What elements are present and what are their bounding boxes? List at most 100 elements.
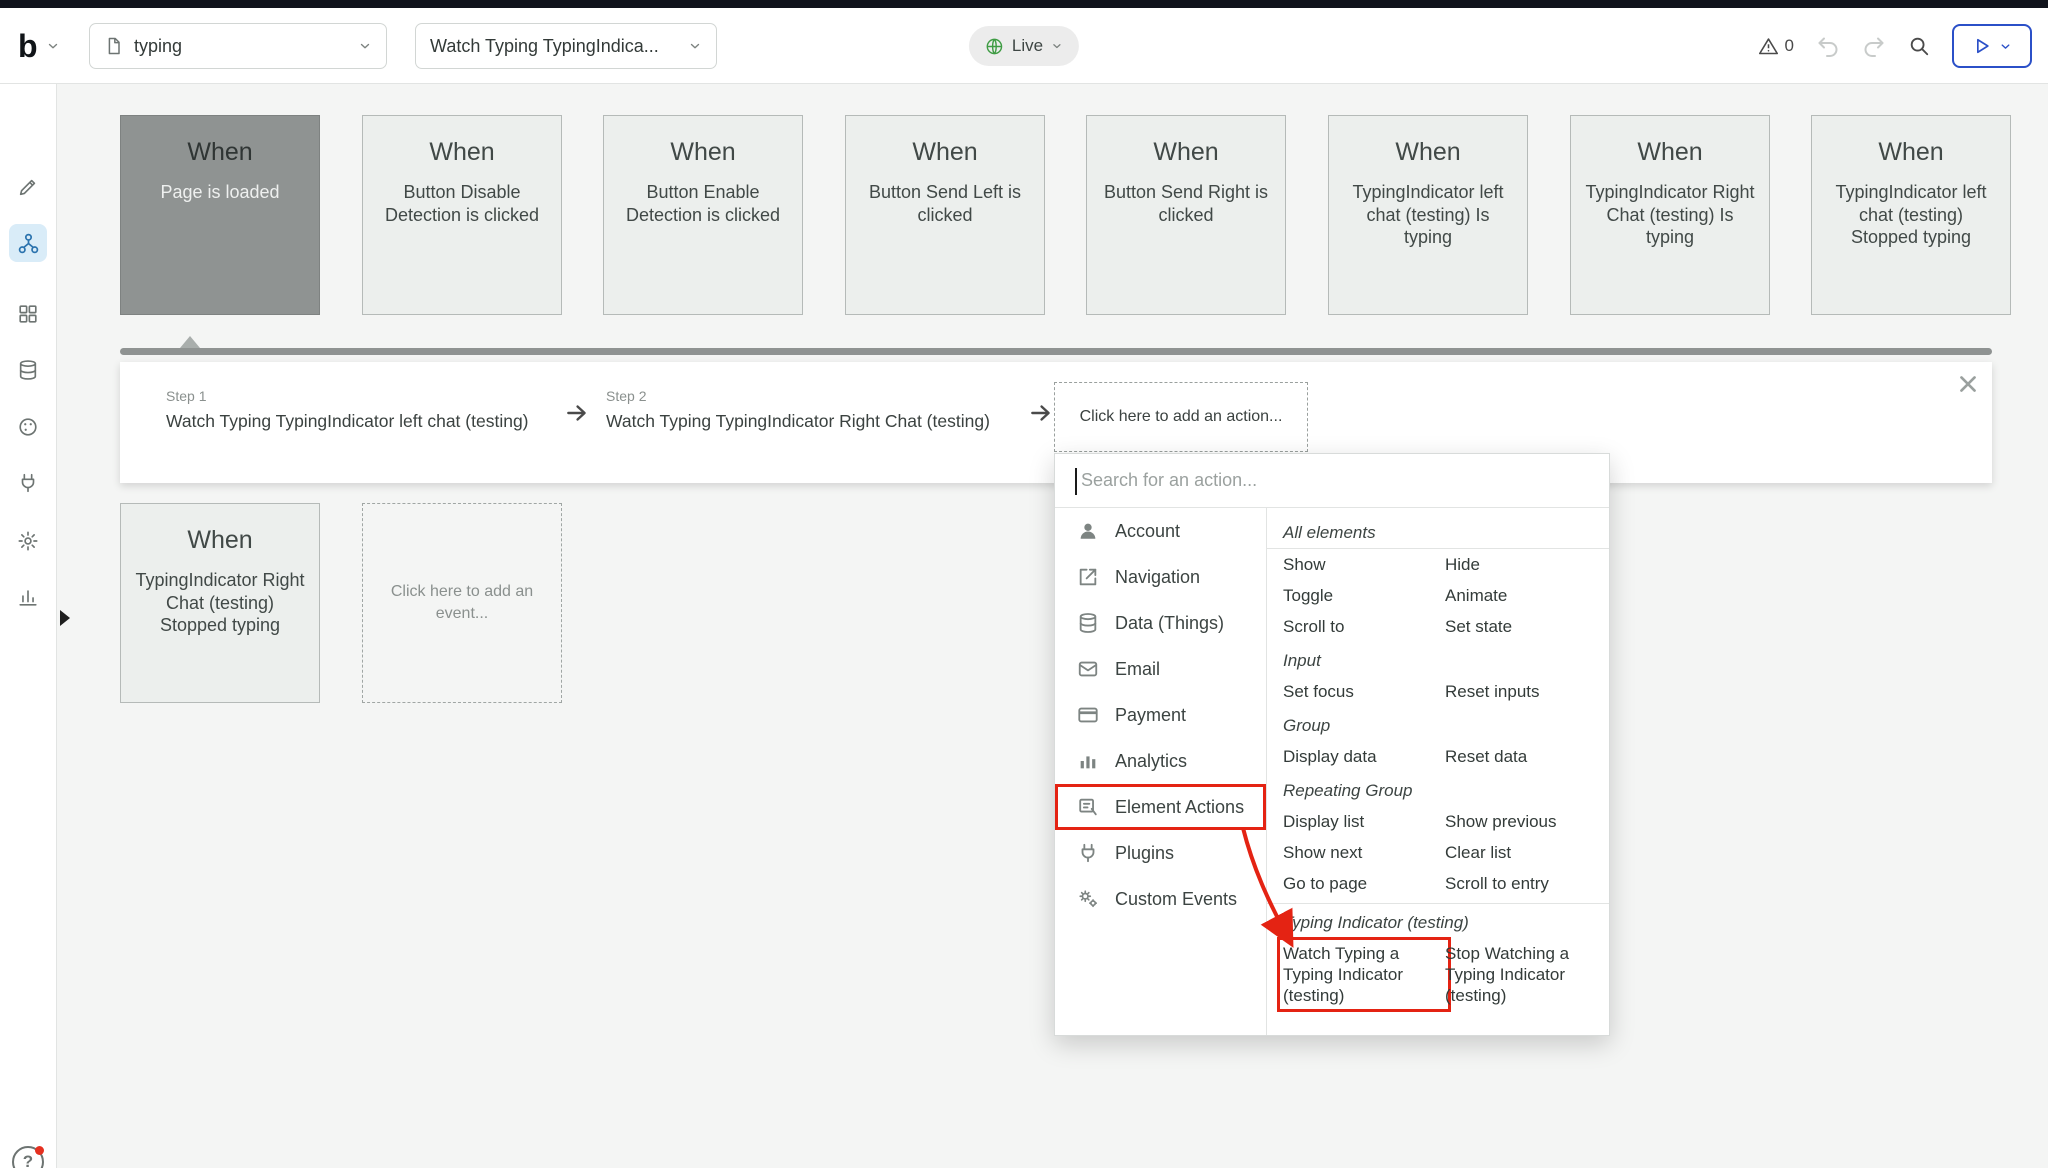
action-row: Show Hide: [1267, 549, 1609, 580]
action-item[interactable]: Scroll to: [1283, 616, 1445, 637]
logo-menu[interactable]: b: [18, 8, 60, 84]
preview-button[interactable]: [1952, 24, 2032, 68]
action-search-input[interactable]: [1055, 454, 1609, 507]
category-plugins[interactable]: Plugins: [1055, 830, 1266, 876]
action-item[interactable]: Set focus: [1283, 681, 1445, 702]
action-item[interactable]: Show: [1283, 554, 1445, 575]
sidebar-item-workflow[interactable]: [9, 224, 47, 262]
globe-icon: [985, 37, 1004, 56]
close-icon[interactable]: [1956, 372, 1980, 401]
category-email[interactable]: Email: [1055, 646, 1266, 692]
sidebar-item-settings[interactable]: [9, 522, 47, 560]
action-item[interactable]: Go to page: [1283, 873, 1445, 894]
event-card[interactable]: When Button Enable Detection is clicked: [603, 115, 803, 315]
event-title: When: [1087, 138, 1285, 167]
sidebar-item-styles[interactable]: [9, 408, 47, 446]
chevron-down-icon: [358, 39, 372, 53]
event-card[interactable]: When Button Send Left is clicked: [845, 115, 1045, 315]
action-item[interactable]: Show next: [1283, 842, 1445, 863]
action-item[interactable]: Scroll to entry: [1445, 873, 1601, 894]
category-account[interactable]: Account: [1055, 508, 1266, 554]
category-label: Custom Events: [1115, 889, 1237, 910]
event-card[interactable]: When Page is loaded: [120, 115, 320, 315]
event-card[interactable]: When Button Send Right is clicked: [1086, 115, 1286, 315]
category-payment[interactable]: Payment: [1055, 692, 1266, 738]
issues-indicator[interactable]: 0: [1758, 36, 1794, 57]
chevron-down-icon: [688, 39, 702, 53]
styles-icon: [17, 416, 39, 438]
action-item[interactable]: Set state: [1445, 616, 1601, 637]
workflow-selector-value: Watch Typing TypingIndica...: [430, 36, 678, 57]
step-arrow-icon: [564, 400, 590, 431]
action-item[interactable]: Animate: [1445, 585, 1601, 606]
account-icon: [1077, 520, 1099, 542]
add-action-button[interactable]: Click here to add an action...: [1054, 382, 1308, 452]
step-label: Step 1: [166, 388, 529, 404]
search-icon[interactable]: [1908, 35, 1930, 57]
sidebar-item-data[interactable]: [9, 351, 47, 389]
action-menu: Account Navigation Data (Things) Email: [1054, 453, 1610, 1036]
action-item[interactable]: Display data: [1283, 746, 1445, 767]
redo-icon[interactable]: [1862, 34, 1886, 58]
category-navigation[interactable]: Navigation: [1055, 554, 1266, 600]
event-title: When: [1329, 138, 1527, 167]
chart-icon: [17, 586, 39, 608]
undo-icon[interactable]: [1816, 34, 1840, 58]
event-card[interactable]: When TypingIndicator left chat (testing)…: [1328, 115, 1528, 315]
action-row: Display data Reset data: [1267, 741, 1609, 772]
category-element-actions[interactable]: Element Actions: [1055, 784, 1266, 830]
email-icon: [1077, 658, 1099, 680]
event-body: Page is loaded: [121, 181, 319, 204]
help-glyph: ?: [23, 1152, 33, 1168]
action-item[interactable]: Hide: [1445, 554, 1601, 575]
sidebar-item-logs[interactable]: [9, 578, 47, 616]
category-analytics[interactable]: Analytics: [1055, 738, 1266, 784]
environment-switcher[interactable]: Live: [969, 26, 1079, 66]
plugin-icon: [17, 472, 39, 494]
category-custom-events[interactable]: Custom Events: [1055, 876, 1266, 922]
gear-icon: [17, 530, 39, 552]
event-card[interactable]: When TypingIndicator Right Chat (testing…: [120, 503, 320, 703]
action-item[interactable]: Toggle: [1283, 585, 1445, 606]
sidebar-item-plugins[interactable]: [9, 464, 47, 502]
environment-label: Live: [1012, 36, 1043, 56]
action-item[interactable]: Reset data: [1445, 746, 1601, 767]
category-data-things[interactable]: Data (Things): [1055, 600, 1266, 646]
sidebar-item-components[interactable]: [9, 295, 47, 333]
sidebar-item-design[interactable]: [9, 168, 47, 206]
category-label: Email: [1115, 659, 1160, 680]
warning-icon: [1758, 36, 1779, 57]
event-card[interactable]: When TypingIndicator left chat (testing)…: [1811, 115, 2011, 315]
action-item[interactable]: Clear list: [1445, 842, 1601, 863]
add-event-button[interactable]: Click here to add an event...: [362, 503, 562, 703]
action-list: All elements Show Hide Toggle Animate Sc…: [1267, 508, 1609, 1035]
step-1[interactable]: Step 1 Watch Typing TypingIndicator left…: [166, 388, 529, 432]
help-button[interactable]: ?: [12, 1146, 44, 1168]
chevron-down-icon: [46, 39, 60, 53]
step-2[interactable]: Step 2 Watch Typing TypingIndicator Righ…: [606, 388, 990, 432]
action-search[interactable]: [1055, 454, 1609, 508]
event-card[interactable]: When TypingIndicator Right Chat (testing…: [1570, 115, 1770, 315]
event-title: When: [1571, 138, 1769, 167]
events-scrollbar[interactable]: [120, 348, 1992, 355]
category-label: Payment: [1115, 705, 1186, 726]
event-card[interactable]: When Button Disable Detection is clicked: [362, 115, 562, 315]
action-item-stop-watching[interactable]: Stop Watching a Typing Indicator (testin…: [1445, 943, 1601, 1006]
event-title: When: [604, 138, 802, 167]
action-row: Show next Clear list: [1267, 837, 1609, 868]
section-header: Group: [1267, 707, 1609, 741]
event-title: When: [121, 138, 319, 167]
action-item[interactable]: Show previous: [1445, 811, 1601, 832]
page-selector-dropdown[interactable]: typing: [89, 23, 387, 69]
database-icon: [17, 359, 39, 381]
action-item[interactable]: Reset inputs: [1445, 681, 1601, 702]
action-item[interactable]: Display list: [1283, 811, 1445, 832]
action-item-watch-typing[interactable]: Watch Typing a Typing Indicator (testing…: [1283, 943, 1445, 1006]
action-row: Watch Typing a Typing Indicator (testing…: [1267, 938, 1609, 1011]
issues-count: 0: [1785, 36, 1794, 56]
top-strip: [0, 0, 2048, 8]
text-cursor: [1075, 468, 1077, 495]
sidebar: ?: [0, 84, 57, 1168]
workflow-selector-dropdown[interactable]: Watch Typing TypingIndica...: [415, 23, 717, 69]
collapse-handle-icon[interactable]: [60, 610, 70, 626]
